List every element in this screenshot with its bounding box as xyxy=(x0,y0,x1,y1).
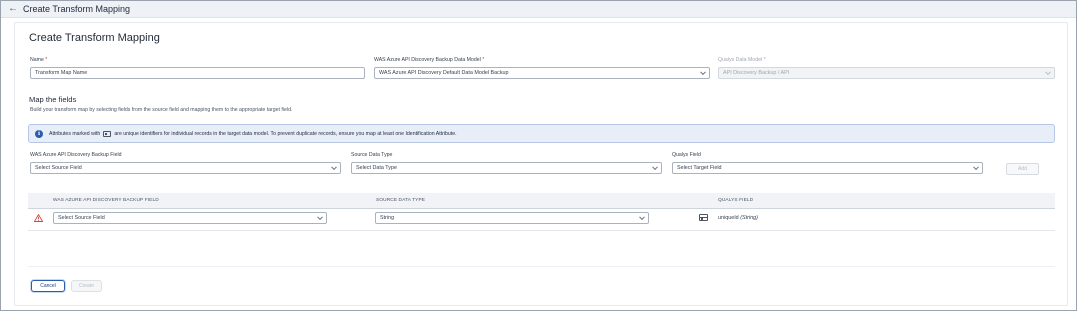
top-bar: ← Create Transform Mapping xyxy=(1,1,1076,18)
identification-attribute-icon xyxy=(103,130,112,137)
top-bar-title: Create Transform Mapping xyxy=(23,4,131,14)
source-field-label: WAS Azure API Discovery Backup Field xyxy=(30,152,122,158)
name-input[interactable]: Transform Map Name xyxy=(30,67,365,79)
chevron-down-icon xyxy=(700,69,706,76)
column-header-source-field: WAS AZURE API DISCOVERY BACKUP FIELD xyxy=(53,198,159,203)
name-label: Name * xyxy=(30,57,47,63)
source-type-select[interactable]: Select Data Type xyxy=(351,162,662,174)
qualys-field-placeholder: Select Target Field xyxy=(677,165,722,171)
qualys-field-label: Qualys Field xyxy=(672,152,701,158)
create-button[interactable]: Create xyxy=(71,280,102,292)
source-model-value: WAS Azure API Discovery Default Data Mod… xyxy=(379,70,509,76)
chevron-down-icon xyxy=(317,214,323,221)
qualys-field-select[interactable]: Select Target Field xyxy=(672,162,983,174)
info-text: Attributes marked with are unique identi… xyxy=(49,130,457,137)
arrow-left-icon[interactable]: ← xyxy=(8,4,18,14)
row-qualys-field-type: (String) xyxy=(740,215,758,221)
row-data-type-select[interactable]: String xyxy=(375,212,649,224)
row-qualys-field: uniqueId (String) xyxy=(718,215,758,221)
required-mark: * xyxy=(45,57,48,63)
row-data-type-value: String xyxy=(380,215,395,221)
chevron-down-icon xyxy=(1045,69,1051,76)
name-input-placeholder: Transform Map Name xyxy=(35,70,88,76)
row-source-field-select[interactable]: Select Source Field xyxy=(53,212,327,224)
info-text-before: Attributes marked with xyxy=(49,130,101,137)
identification-attribute-icon xyxy=(699,214,708,221)
chevron-down-icon xyxy=(331,164,337,171)
qualys-model-label-text: Qualys Data Model xyxy=(718,57,763,63)
name-label-text: Name xyxy=(30,57,44,63)
qualys-model-select: API Discovery Backup / API xyxy=(718,67,1055,79)
warning-icon xyxy=(34,214,43,222)
row-qualys-field-name: uniqueId xyxy=(718,215,739,221)
page-title: Create Transform Mapping xyxy=(29,32,160,44)
qualys-model-value: API Discovery Backup / API xyxy=(723,70,790,76)
source-field-select[interactable]: Select Source Field xyxy=(30,162,341,174)
column-header-source-type: SOURCE DATA TYPE xyxy=(376,198,426,203)
required-mark: * xyxy=(482,57,485,63)
section-subtitle: Build your transform map by selecting fi… xyxy=(30,107,293,113)
source-type-placeholder: Select Data Type xyxy=(356,165,397,171)
table-header: WAS AZURE API DISCOVERY BACKUP FIELD SOU… xyxy=(28,193,1055,209)
footer-divider xyxy=(28,266,1055,267)
source-model-label: WAS Azure API Discovery Backup Data Mode… xyxy=(374,57,484,63)
info-text-after: are unique identifiers for individual re… xyxy=(114,130,457,137)
add-button[interactable]: Add xyxy=(1006,163,1039,175)
required-mark: * xyxy=(763,57,766,63)
info-banner: i Attributes marked with are unique iden… xyxy=(28,124,1055,143)
source-model-select[interactable]: WAS Azure API Discovery Default Data Mod… xyxy=(374,67,710,79)
qualys-model-label: Qualys Data Model * xyxy=(718,57,766,63)
source-type-label: Source Data Type xyxy=(351,152,393,158)
row-source-field-value: Select Source Field xyxy=(58,215,105,221)
info-icon: i xyxy=(35,129,43,138)
chevron-down-icon xyxy=(652,164,658,171)
source-model-label-text: WAS Azure API Discovery Backup Data Mode… xyxy=(374,57,481,63)
section-title: Map the fields xyxy=(29,95,77,104)
chevron-down-icon xyxy=(639,214,645,221)
column-header-qualys-field: QUALYS FIELD xyxy=(718,198,754,203)
source-field-placeholder: Select Source Field xyxy=(35,165,82,171)
chevron-down-icon xyxy=(973,164,979,171)
cancel-button[interactable]: Cancel xyxy=(31,280,65,292)
